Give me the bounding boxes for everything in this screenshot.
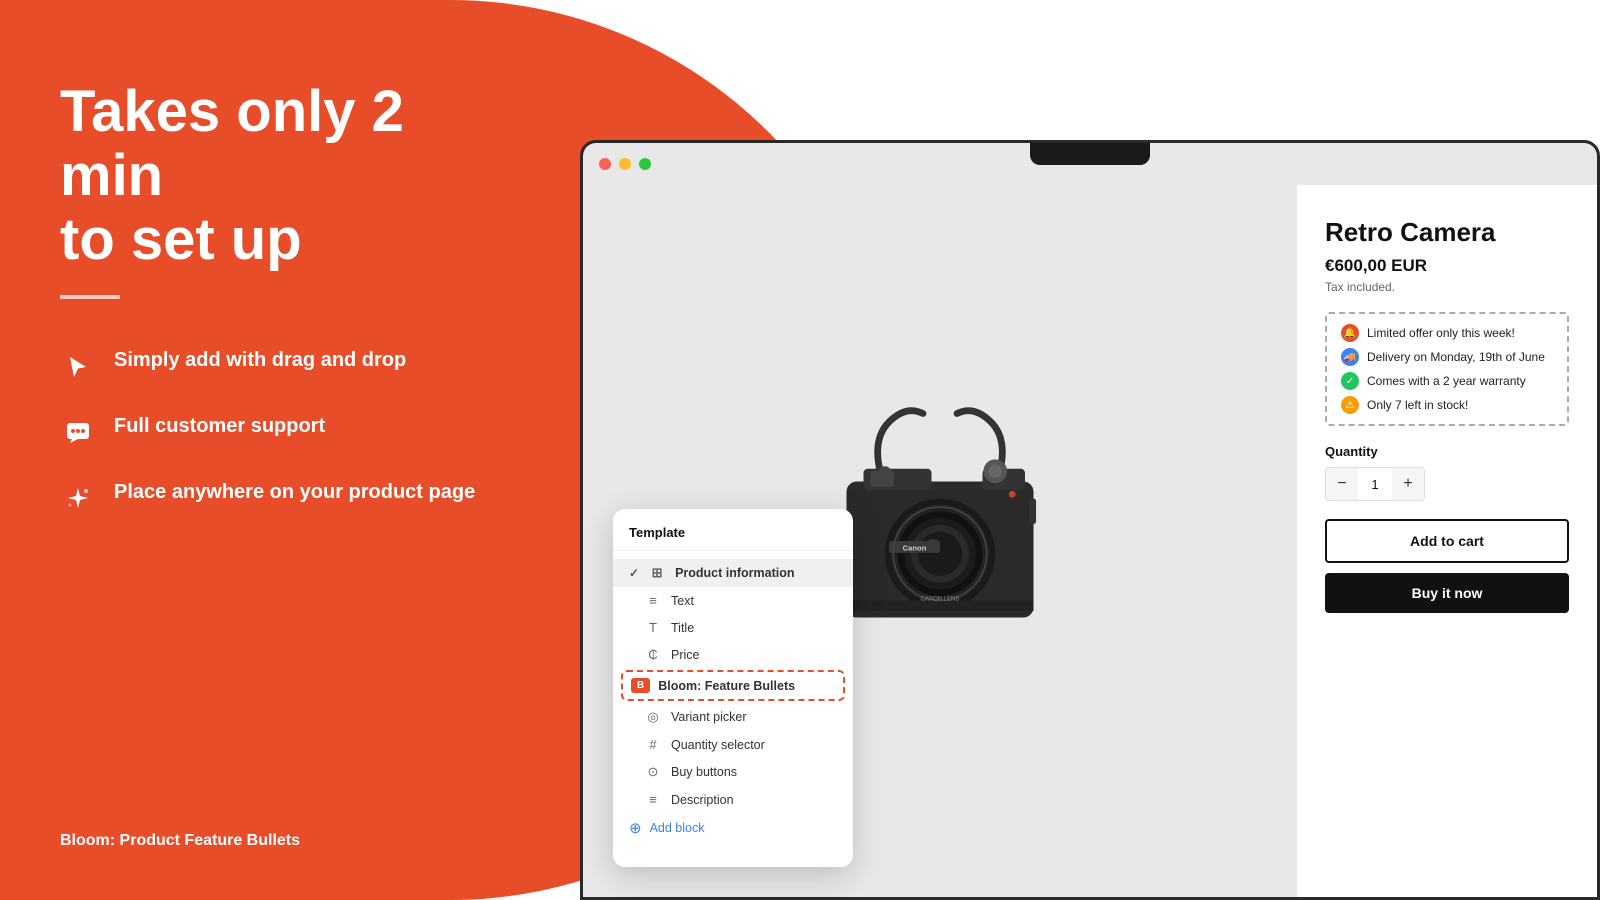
description-label: Description <box>671 793 734 807</box>
window-dot-yellow <box>619 158 631 170</box>
quantity-label: Quantity <box>1325 444 1569 459</box>
bullet-text-warranty: Comes with a 2 year warranty <box>1367 374 1526 388</box>
bullet-text-limited-offer: Limited offer only this week! <box>1367 326 1515 340</box>
laptop-topbar <box>583 143 1597 185</box>
feature-list: Simply add with drag and drop Full custo… <box>60 347 500 517</box>
quantity-control: − 1 + <box>1325 467 1425 501</box>
template-item-description[interactable]: ≡ Description <box>613 786 853 813</box>
bullet-icon-stock: ⚠ <box>1341 396 1359 414</box>
bullet-icon-delivery: 🚚 <box>1341 348 1359 366</box>
bloom-label: Bloom: Product Feature Bullets <box>60 832 300 850</box>
add-block-plus-icon: ⊕ <box>629 819 642 837</box>
bullet-limited-offer: 🔔 Limited offer only this week! <box>1341 324 1553 342</box>
sparkle-icon <box>60 481 96 517</box>
feature-item-anywhere: Place anywhere on your product page <box>60 479 500 517</box>
bullet-icon-limited-offer: 🔔 <box>1341 324 1359 342</box>
text-lines-icon: ≡ <box>645 593 661 608</box>
bullet-delivery: 🚚 Delivery on Monday, 19th of June <box>1341 348 1553 366</box>
bullet-warranty: ✓ Comes with a 2 year warranty <box>1341 372 1553 390</box>
laptop-mockup: Canon CANON LE <box>560 140 1600 900</box>
variant-picker-label: Variant picker <box>671 710 747 724</box>
quantity-increase-button[interactable]: + <box>1392 468 1424 500</box>
template-item-bloom-feature-bullets[interactable]: B Bloom: Feature Bullets <box>621 670 845 701</box>
feature-item-drag-drop: Simply add with drag and drop <box>60 347 500 385</box>
template-item-product-information[interactable]: ✓ ⊞ Product information <box>613 559 853 587</box>
add-block-button[interactable]: ⊕ Add block <box>613 813 853 843</box>
price-icon: ₵ <box>645 647 661 662</box>
window-dot-green <box>639 158 651 170</box>
laptop-notch <box>1030 143 1150 165</box>
product-info-sidebar: Retro Camera €600,00 EUR Tax included. 🔔… <box>1297 185 1597 897</box>
main-headline: Takes only 2 min to set up <box>60 80 500 271</box>
title-icon: T <box>645 620 661 635</box>
product-image-area: Canon CANON LE <box>583 185 1297 897</box>
variant-icon: ◎ <box>645 709 661 725</box>
laptop-content: Canon CANON LE <box>583 185 1597 897</box>
template-item-buy-buttons[interactable]: ⊙ Buy buttons <box>613 758 853 786</box>
add-block-label: Add block <box>650 821 705 835</box>
bloom-badge: B <box>631 678 650 693</box>
feature-bullets-box: 🔔 Limited offer only this week! 🚚 Delive… <box>1325 312 1569 426</box>
product-name: Retro Camera <box>1325 217 1569 248</box>
headline-line2: to set up <box>60 207 302 272</box>
template-panel-title: Template <box>613 525 853 551</box>
template-item-title[interactable]: T Title <box>613 614 853 641</box>
template-item-text[interactable]: ≡ Text <box>613 587 853 614</box>
grid-icon: ⊞ <box>649 565 665 581</box>
quantity-value: 1 <box>1358 477 1392 492</box>
feature-text-anywhere: Place anywhere on your product page <box>114 479 475 505</box>
buy-buttons-icon: ⊙ <box>645 764 661 780</box>
svg-text:Canon: Canon <box>903 543 927 552</box>
buy-now-button[interactable]: Buy it now <box>1325 573 1569 613</box>
feature-item-support: Full customer support <box>60 413 500 451</box>
bloom-feature-bullets-label: Bloom: Feature Bullets <box>658 679 795 693</box>
headline-divider <box>60 295 120 299</box>
window-dot-red <box>599 158 611 170</box>
title-label: Title <box>671 621 694 635</box>
template-panel: Template ✓ ⊞ Product information ≡ Text <box>613 509 853 867</box>
quantity-decrease-button[interactable]: − <box>1326 468 1358 500</box>
laptop-frame: Canon CANON LE <box>580 140 1600 900</box>
template-items-list: ✓ ⊞ Product information ≡ Text T Tit <box>613 551 853 851</box>
chat-icon <box>60 415 96 451</box>
quantity-selector-label: Quantity selector <box>671 738 765 752</box>
feature-text-support: Full customer support <box>114 413 325 439</box>
bullet-icon-warranty: ✓ <box>1341 372 1359 390</box>
buy-buttons-label: Buy buttons <box>671 765 737 779</box>
product-information-label: Product information <box>675 566 794 580</box>
text-label: Text <box>671 594 694 608</box>
price-label: Price <box>671 648 699 662</box>
cursor-icon <box>60 349 96 385</box>
quantity-icon: # <box>645 737 661 752</box>
template-item-price[interactable]: ₵ Price <box>613 641 853 668</box>
product-price: €600,00 EUR <box>1325 256 1569 276</box>
svg-text:CANON LENS: CANON LENS <box>921 597 960 603</box>
bullet-stock: ⚠ Only 7 left in stock! <box>1341 396 1553 414</box>
tax-included-text: Tax included. <box>1325 280 1569 294</box>
left-panel: Takes only 2 min to set up Simply add wi… <box>0 0 560 900</box>
feature-text-drag-drop: Simply add with drag and drop <box>114 347 406 373</box>
template-item-variant-picker[interactable]: ◎ Variant picker <box>613 703 853 731</box>
template-item-quantity-selector[interactable]: # Quantity selector <box>613 731 853 758</box>
bullet-text-stock: Only 7 left in stock! <box>1367 398 1468 412</box>
headline-line1: Takes only 2 min <box>60 79 404 208</box>
bullet-text-delivery: Delivery on Monday, 19th of June <box>1367 350 1545 364</box>
add-to-cart-button[interactable]: Add to cart <box>1325 519 1569 563</box>
check-icon: ✓ <box>629 566 639 580</box>
description-icon: ≡ <box>645 792 661 807</box>
